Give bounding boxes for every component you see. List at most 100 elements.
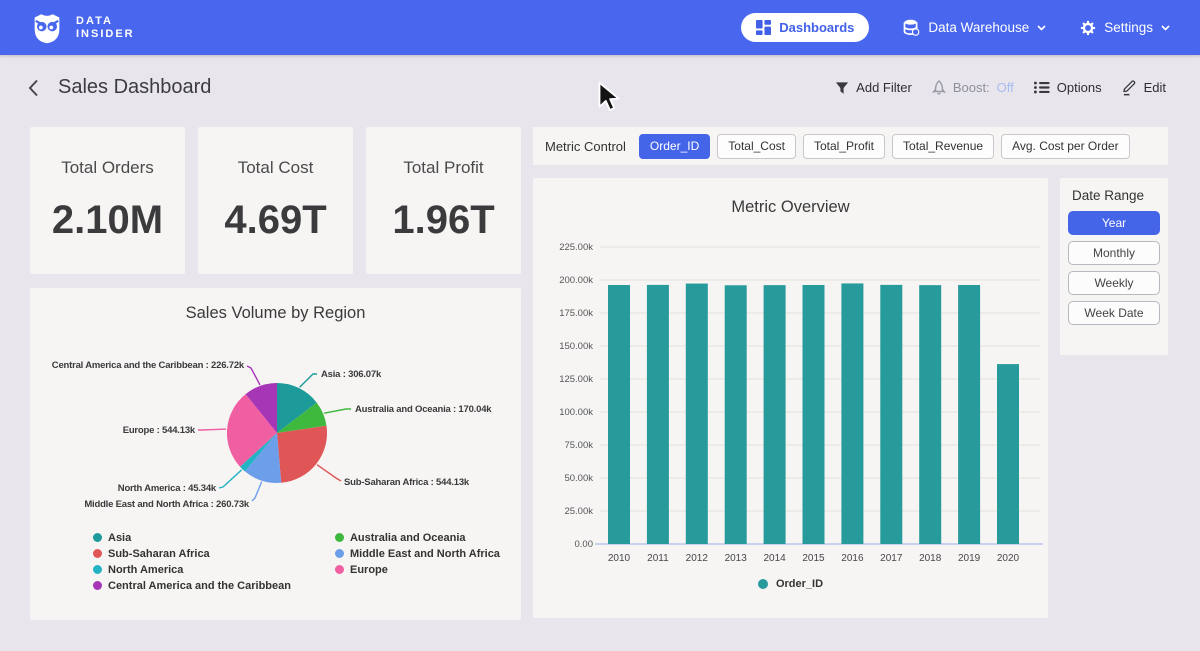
boost-toggle[interactable]: Boost: Off: [932, 80, 1014, 96]
pie-leader-line: [252, 482, 262, 501]
bar-chart-title: Metric Overview: [533, 178, 1048, 217]
nav-data-warehouse[interactable]: Data Warehouse: [903, 19, 1046, 36]
bar-chart: 225.00k200.00k175.00k150.00k125.00k100.0…: [533, 228, 1048, 568]
legend-dot: [93, 533, 102, 542]
pie-leader-line: [317, 465, 341, 481]
date-range-week-date-button[interactable]: Week Date: [1068, 301, 1160, 325]
nav-settings-label: Settings: [1104, 20, 1153, 35]
x-tick-label: 2020: [997, 553, 1020, 564]
top-navigation-bar: DATA INSIDER Dashboards Data Warehouse: [0, 0, 1200, 55]
pie-slice-label: Asia : 306.07k: [321, 369, 382, 380]
legend-item: North America: [93, 564, 291, 575]
pie-leader-line: [300, 374, 317, 387]
legend-label: Sub-Saharan Africa: [108, 548, 210, 560]
pie-legend-column: Australia and Oceania Middle East and Nor…: [335, 532, 500, 591]
y-tick-label: 175.00k: [559, 308, 593, 319]
legend-dot: [93, 565, 102, 574]
page-title: Sales Dashboard: [58, 76, 211, 99]
y-tick-label: 25.00k: [564, 506, 593, 517]
bar-2010[interactable]: [608, 285, 630, 544]
legend-dot: [93, 549, 102, 558]
pie-slice-sub-saharan-africa[interactable]: [277, 426, 327, 483]
bar-2019[interactable]: [958, 285, 980, 544]
kpi-label: Total Profit: [403, 158, 483, 178]
legend-dot: [758, 579, 768, 589]
metric-control-bar: Metric Control Order_ID Total_Cost Total…: [533, 127, 1168, 165]
metric-chip-total-profit[interactable]: Total_Profit: [803, 134, 885, 159]
x-tick-label: 2019: [958, 553, 981, 564]
chevron-down-icon: [1161, 25, 1170, 31]
legend-dot: [335, 565, 344, 574]
bar-2012[interactable]: [686, 284, 708, 544]
back-button[interactable]: [28, 79, 46, 97]
metric-chip-total-revenue[interactable]: Total_Revenue: [892, 134, 994, 159]
y-tick-label: 125.00k: [559, 374, 593, 385]
date-range-year-button[interactable]: Year: [1068, 211, 1160, 235]
legend-item: Middle East and North Africa: [335, 548, 500, 559]
x-tick-label: 2010: [608, 553, 631, 564]
date-range-weekly-button[interactable]: Weekly: [1068, 271, 1160, 295]
bar-2018[interactable]: [919, 285, 941, 544]
kpi-card-total-profit: Total Profit 1.96T: [366, 127, 521, 274]
pie-leader-line: [198, 429, 226, 430]
gear-icon: [1080, 20, 1096, 36]
pie-slice-label: Sub-Saharan Africa : 544.13k: [344, 477, 470, 488]
date-range-label: Date Range: [1072, 188, 1160, 203]
logo-text-line1: DATA: [76, 15, 135, 28]
bar-2013[interactable]: [725, 285, 747, 544]
dashboard-grid-icon: [756, 20, 771, 35]
options-button[interactable]: Options: [1034, 80, 1102, 95]
kpi-label: Total Orders: [61, 158, 154, 178]
y-tick-label: 150.00k: [559, 341, 593, 352]
y-tick-label: 225.00k: [559, 242, 593, 253]
bar-2020[interactable]: [997, 364, 1019, 544]
legend-label: Middle East and North Africa: [350, 548, 500, 560]
y-tick-label: 0.00: [575, 539, 594, 550]
legend-item: Central America and the Caribbean: [93, 580, 291, 591]
edit-button[interactable]: Edit: [1122, 80, 1166, 96]
legend-item: Asia: [93, 532, 291, 543]
kpi-card-total-cost: Total Cost 4.69T: [198, 127, 353, 274]
x-tick-label: 2018: [919, 553, 942, 564]
kpi-value: 1.96T: [392, 198, 494, 243]
legend-dot: [335, 533, 344, 542]
metric-overview-chart-card: Metric Overview 225.00k200.00k175.00k150…: [533, 178, 1048, 618]
metric-chip-avg-cost-per-order[interactable]: Avg. Cost per Order: [1001, 134, 1130, 159]
legend-label: Asia: [108, 532, 131, 544]
nav-settings[interactable]: Settings: [1080, 20, 1170, 36]
pencil-icon: [1122, 80, 1137, 96]
y-tick-label: 100.00k: [559, 407, 593, 418]
legend-dot: [93, 581, 102, 590]
rocket-icon: [932, 80, 946, 96]
bar-2011[interactable]: [647, 285, 669, 544]
date-range-monthly-button[interactable]: Monthly: [1068, 241, 1160, 265]
sales-volume-by-region-card: Sales Volume by Region Asia : 306.07k Aus…: [30, 288, 521, 620]
y-tick-label: 75.00k: [564, 440, 593, 451]
legend-item: Australia and Oceania: [335, 532, 500, 543]
x-tick-label: 2011: [647, 553, 669, 564]
legend-label: North America: [108, 564, 183, 576]
legend-item: Sub-Saharan Africa: [93, 548, 291, 559]
add-filter-button[interactable]: Add Filter: [835, 80, 912, 95]
pie-chart-legend: Asia Sub-Saharan Africa North America Centr…: [93, 532, 500, 591]
bar-2014[interactable]: [764, 285, 786, 544]
bar-2016[interactable]: [841, 283, 863, 544]
metric-chip-total-cost[interactable]: Total_Cost: [717, 134, 796, 159]
nav-dashboards[interactable]: Dashboards: [741, 13, 869, 42]
options-label: Options: [1057, 80, 1102, 95]
logo-text-line2: INSIDER: [76, 28, 135, 41]
edit-label: Edit: [1144, 80, 1166, 95]
metric-control-label: Metric Control: [545, 139, 626, 154]
pie-chart-title: Sales Volume by Region: [30, 288, 521, 323]
nav-data-warehouse-label: Data Warehouse: [928, 20, 1029, 35]
legend-label: Central America and the Caribbean: [108, 580, 291, 592]
bar-chart-legend: Order_ID: [533, 578, 1048, 590]
database-icon: [903, 19, 920, 36]
legend-label: Australia and Oceania: [350, 532, 466, 544]
bar-2017[interactable]: [880, 285, 902, 544]
app-logo[interactable]: DATA INSIDER: [28, 9, 135, 47]
pie-slice-label: North America : 45.34k: [118, 483, 217, 494]
metric-chip-order-id[interactable]: Order_ID: [639, 134, 710, 159]
kpi-label: Total Cost: [238, 158, 314, 178]
bar-2015[interactable]: [803, 285, 825, 544]
